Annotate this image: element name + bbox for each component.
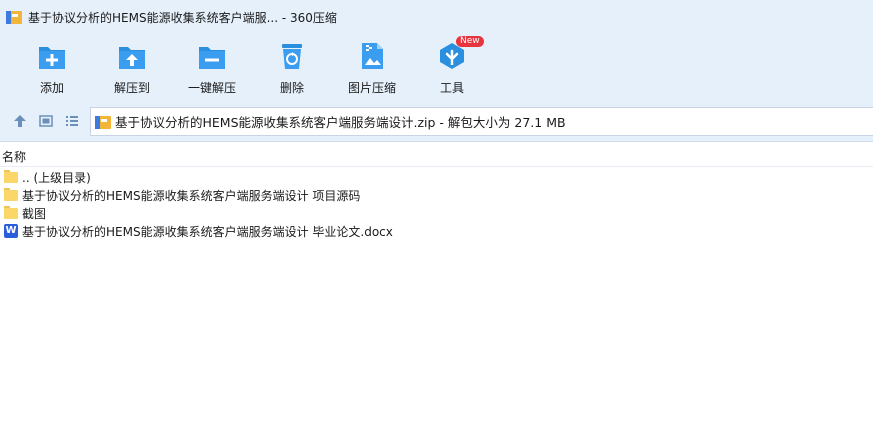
tools-button[interactable]: New 工具 — [414, 36, 490, 98]
list-item[interactable]: 基于协议分析的HEMS能源收集系统客户端服务端设计 项目源码 — [0, 186, 873, 204]
file-list: .. (上级目录) 基于协议分析的HEMS能源收集系统客户端服务端设计 项目源码… — [0, 168, 873, 240]
toolbar: 添加 解压到 一键解压 删除 图片压缩 New 工具 — [0, 34, 873, 100]
file-name: 基于协议分析的HEMS能源收集系统客户端服务端设计 项目源码 — [22, 188, 361, 203]
folder-icon — [4, 206, 18, 220]
file-name: 截图 — [22, 206, 47, 221]
image-compress-label: 图片压缩 — [347, 81, 396, 95]
image-compress-button[interactable]: 图片压缩 — [334, 38, 410, 98]
one-click-extract-button[interactable]: 一键解压 — [174, 38, 250, 98]
extract-to-label: 解压到 — [113, 81, 150, 95]
view-list-icon[interactable] — [63, 112, 81, 130]
extract-to-button[interactable]: 解压到 — [94, 38, 170, 98]
extract-to-icon — [117, 41, 147, 71]
add-label: 添加 — [39, 81, 64, 95]
path-bar[interactable]: 基于协议分析的HEMS能源收集系统客户端服务端设计.zip - 解包大小为 27… — [90, 107, 873, 136]
new-badge: New — [456, 36, 484, 47]
one-click-extract-label: 一键解压 — [187, 81, 236, 95]
title-bar: 基于协议分析的HEMS能源收集系统客户端服... - 360压缩 — [0, 0, 873, 34]
file-name: 基于协议分析的HEMS能源收集系统客户端服务端设计 毕业论文.docx — [22, 224, 393, 239]
column-header: 名称 — [0, 143, 873, 167]
add-button[interactable]: 添加 — [14, 38, 90, 98]
up-arrow-icon[interactable] — [11, 112, 29, 130]
file-name: .. (上级目录) — [22, 170, 91, 185]
word-document-icon: W — [4, 224, 18, 238]
add-icon — [37, 41, 67, 71]
archive-icon — [6, 10, 22, 24]
column-name[interactable]: 名称 — [2, 148, 26, 165]
delete-icon — [277, 41, 307, 71]
list-item[interactable]: 截图 — [0, 204, 873, 222]
image-compress-icon — [357, 41, 387, 71]
folder-icon — [4, 170, 18, 184]
delete-label: 删除 — [279, 81, 304, 95]
archive-path: 基于协议分析的HEMS能源收集系统客户端服务端设计.zip - 解包大小为 27… — [115, 115, 566, 130]
tools-label: 工具 — [439, 81, 464, 95]
list-item[interactable]: .. (上级目录) — [0, 168, 873, 186]
window-title: 基于协议分析的HEMS能源收集系统客户端服... - 360压缩 — [28, 10, 337, 25]
navigation-bar: 基于协议分析的HEMS能源收集系统客户端服务端设计.zip - 解包大小为 27… — [0, 100, 873, 142]
one-click-extract-icon — [197, 41, 227, 71]
delete-button[interactable]: 删除 — [254, 38, 330, 98]
view-thumbnail-icon[interactable] — [37, 112, 55, 130]
list-item[interactable]: W 基于协议分析的HEMS能源收集系统客户端服务端设计 毕业论文.docx — [0, 222, 873, 240]
archive-icon — [95, 115, 111, 129]
folder-icon — [4, 188, 18, 202]
